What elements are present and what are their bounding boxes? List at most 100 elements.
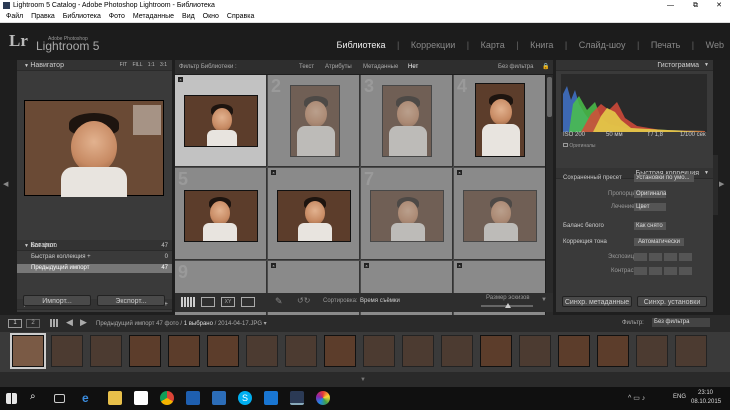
keyboard-language[interactable]: ENG [673,394,686,400]
module-library[interactable]: Библиотека [337,40,386,50]
filmstrip-thumb[interactable] [168,335,200,367]
filter-select[interactable]: Без фильтра [652,318,710,327]
grid-cell[interactable]: 5 [175,168,267,260]
module-develop[interactable]: Коррекции [411,40,455,50]
menu-metadata[interactable]: Метаданные [133,13,174,20]
filmstrip-thumb[interactable] [402,335,434,367]
store-icon[interactable] [134,391,148,405]
reject-flag-icon[interactable]: × [364,263,369,268]
menu-photo[interactable]: Фото [109,13,125,20]
loupe-view-icon[interactable] [201,297,215,307]
filmstrip-thumb[interactable] [519,335,551,367]
filmstrip-toggle-icon[interactable]: ▼ [360,377,366,383]
menu-view[interactable]: Вид [182,13,195,20]
white-balance-select[interactable]: Как снято [634,222,666,230]
view-2-button[interactable]: 2 [26,319,40,328]
app-icon-blue[interactable] [264,391,278,405]
grid-view-icon[interactable] [181,297,195,307]
skype-icon[interactable]: S [238,391,252,405]
filmstrip-thumb[interactable] [558,335,590,367]
histogram-header[interactable]: Гистограмма ▼ [556,60,713,71]
navigator-preview[interactable] [24,100,164,197]
view-1-button[interactable]: 1 [8,319,22,328]
filmstrip-thumb[interactable] [246,335,278,367]
clock-time[interactable]: 23:10 [698,390,713,396]
grid-cell[interactable]: 2 [268,75,360,167]
media-player-icon[interactable] [186,391,200,405]
grid-mini-icon[interactable] [50,319,58,327]
close-icon[interactable]: ✕ [716,0,722,11]
toolbar-menu-icon[interactable]: ▼ [541,297,547,303]
zoom-fill[interactable]: FILL [132,62,142,68]
painter-icon[interactable]: ✎ [275,296,283,307]
chrome-icon[interactable] [160,391,174,405]
reject-flag-icon[interactable]: × [178,77,183,82]
grid-cell[interactable]: × [268,168,360,260]
tray-icons[interactable]: ^ ▭ ♪ [628,394,645,402]
lock-icon[interactable]: 🔒 [542,60,549,74]
zoom-1-1[interactable]: 1:1 [148,62,155,68]
reject-flag-icon[interactable]: × [271,170,276,175]
filmstrip-thumb[interactable] [597,335,629,367]
catalog-item-all[interactable]: Все фото 47 [17,242,172,251]
filmstrip-thumb[interactable] [636,335,668,367]
import-button[interactable]: Импорт... [23,295,91,306]
catalog-item-previous-import[interactable]: Предыдущий импорт 47 [17,264,172,273]
survey-view-icon[interactable] [241,297,255,307]
menu-file[interactable]: Файл [6,13,23,20]
minimize-icon[interactable]: — [667,0,674,11]
catalog-item-quick[interactable]: Быстрая коллекция + 0 [17,253,172,262]
maximize-icon[interactable]: ⧉ [693,0,698,11]
scrollbar-thumb[interactable] [547,77,552,117]
right-panel-toggle-icon[interactable]: ▶ [719,180,724,188]
filmstrip-thumb[interactable] [363,335,395,367]
filmstrip-thumb[interactable] [129,335,161,367]
rotate-icon[interactable]: ↺↻ [297,296,310,305]
module-book[interactable]: Книга [530,40,553,50]
grid-cell[interactable]: × [268,261,360,323]
filmstrip-thumb[interactable] [90,335,122,367]
filmstrip-thumb[interactable] [207,335,239,367]
filter-preset[interactable]: Без фильтра [498,60,533,74]
auto-tone-button[interactable]: Автоматически [634,238,684,246]
filmstrip-thumb-selected[interactable] [10,333,46,369]
filmstrip-thumb[interactable] [51,335,83,367]
filmstrip-source-info[interactable]: Предыдущий импорт 47 фото / 1 выбрано / … [96,320,267,327]
edge-icon[interactable]: e [82,391,96,405]
file-explorer-icon[interactable] [108,391,122,405]
reject-flag-icon[interactable]: × [271,263,276,268]
filmstrip-thumb[interactable] [480,335,512,367]
zoom-fit[interactable]: FIT [120,62,127,68]
windows-start-icon[interactable] [6,393,17,404]
filter-tab-attributes[interactable]: Атрибуты [325,60,352,74]
module-map[interactable]: Карта [481,40,505,50]
clock-date[interactable]: 08.10.2015 [691,399,721,405]
sync-settings-button[interactable]: Синхр. установки [637,296,707,307]
right-panel-scrollbar[interactable] [713,155,718,215]
module-web[interactable]: Web [706,40,724,50]
left-panel-toggle-icon[interactable]: ◀ [3,180,8,188]
crop-ratio-select[interactable]: Оригинала [634,190,666,198]
filmstrip-thumb[interactable] [441,335,473,367]
originals-toggle[interactable]: Оригиналы [563,143,596,149]
reject-flag-icon[interactable]: × [457,263,462,268]
module-print[interactable]: Печать [651,40,680,50]
navigator-header[interactable]: ▼ Навигатор FIT FILL 1:1 3:1 [17,60,172,71]
back-arrow-icon[interactable]: ◀ [66,317,73,328]
filter-tab-none[interactable]: Нет [408,60,418,74]
sort-value[interactable]: Время съёмки [360,298,400,304]
saved-preset-select[interactable]: Установки по умо... [634,174,694,182]
menu-library[interactable]: Библиотека [63,13,101,20]
grid-cell-selected[interactable]: × [175,75,267,167]
photo-app-icon[interactable] [212,391,226,405]
grid-cell[interactable]: × [361,261,453,323]
color-app-icon[interactable] [316,391,330,405]
grid-cell[interactable]: 7 [361,168,453,260]
lightroom-taskbar-icon[interactable] [290,391,304,405]
grid-cell[interactable]: 9 [175,261,267,323]
thumbnail-size-slider-thumb[interactable] [505,303,511,308]
grid-cell[interactable]: × [454,261,545,323]
filmstrip-thumb[interactable] [675,335,707,367]
filter-tab-metadata[interactable]: Метаданные [363,60,398,74]
compare-view-icon[interactable]: XY [221,297,235,307]
